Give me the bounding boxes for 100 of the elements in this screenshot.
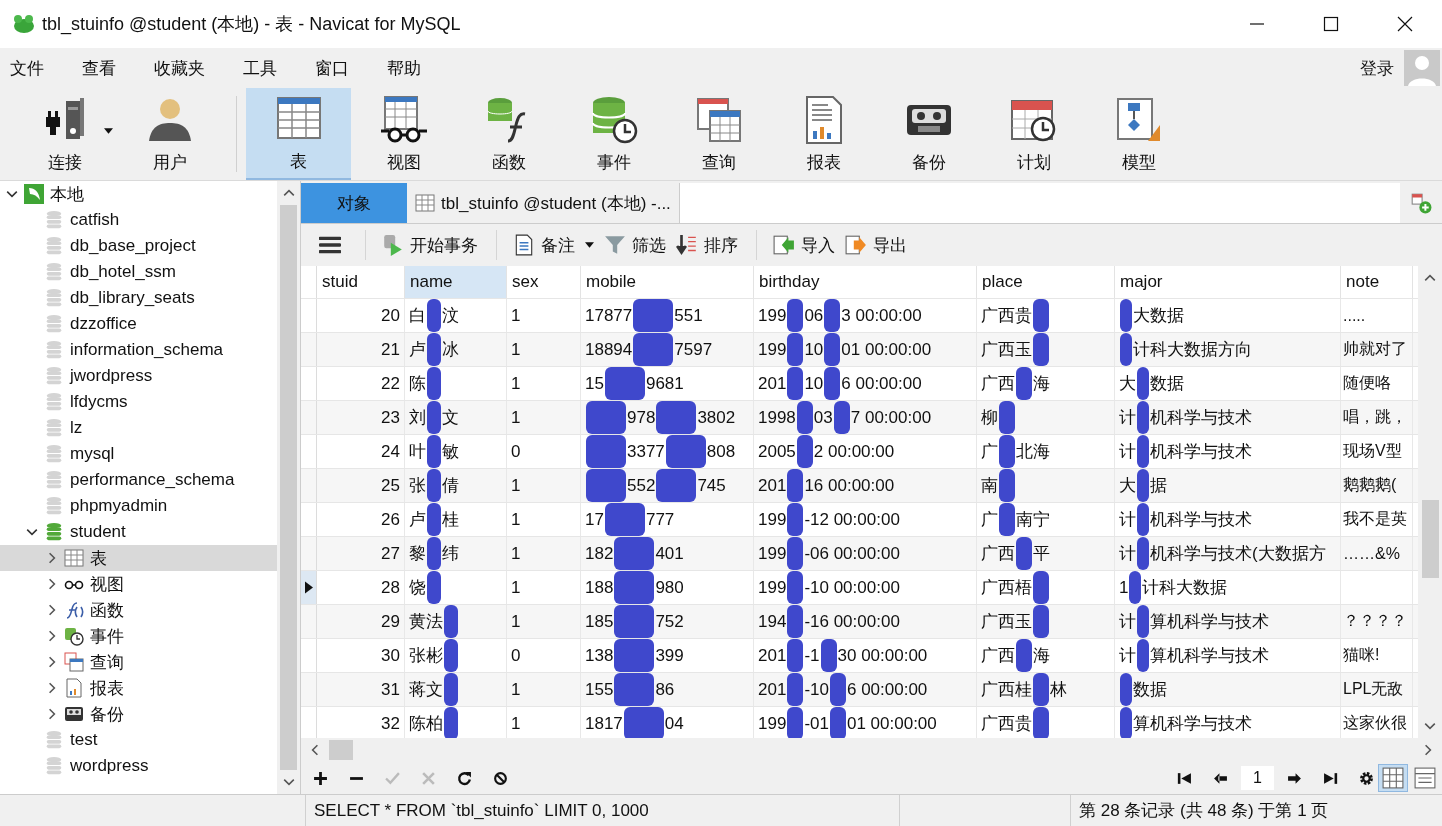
column-header[interactable]: place	[977, 266, 1115, 298]
column-header[interactable]: note	[1341, 266, 1413, 298]
toolbar-button[interactable]: 表	[246, 88, 351, 180]
tree-item[interactable]: 事件	[0, 623, 277, 649]
menu-item[interactable]: 收藏夹	[154, 56, 205, 80]
cell-text: 1	[511, 577, 521, 598]
tree-item[interactable]: phpmyadmin	[0, 493, 277, 519]
tree-item[interactable]: information_schema	[0, 337, 277, 363]
login-link[interactable]: 登录	[1360, 56, 1394, 80]
tree-item[interactable]: db_base_project	[0, 233, 277, 259]
chevron-icon[interactable]	[46, 630, 58, 642]
scroll-left-icon[interactable]	[311, 744, 319, 756]
chevron-icon[interactable]	[46, 604, 58, 616]
chevron-icon[interactable]	[6, 188, 18, 200]
cell-text: 15	[585, 373, 604, 394]
scroll-down-icon[interactable]	[282, 778, 295, 786]
cell-text: 03	[813, 407, 833, 428]
scroll-right-icon[interactable]	[1424, 744, 1432, 756]
refresh-icon[interactable]	[457, 770, 472, 786]
menu-item[interactable]: 工具	[243, 56, 277, 80]
menu-item[interactable]: 文件	[10, 56, 44, 80]
tree-item[interactable]: dzzoffice	[0, 311, 277, 337]
toolbar-button[interactable]: 开始事务	[378, 233, 484, 257]
tree-item[interactable]: 查询	[0, 649, 277, 675]
toolbar-button[interactable]: 查询	[666, 88, 771, 180]
column-header[interactable]: sex	[507, 266, 581, 298]
menu-icon[interactable]	[319, 236, 341, 254]
tree-item[interactable]: 函数	[0, 597, 277, 623]
scrollbar[interactable]	[277, 181, 300, 794]
tree-item[interactable]: catfish	[0, 207, 277, 233]
tree-item[interactable]: 视图	[0, 571, 277, 597]
caret-icon[interactable]	[585, 242, 594, 248]
tree-item[interactable]: db_hotel_ssm	[0, 259, 277, 285]
cell-text: 广西贵	[981, 713, 1032, 735]
chevron-icon[interactable]	[26, 526, 38, 538]
toolbar-button[interactable]: 导入	[769, 233, 841, 257]
tree-item[interactable]: 本地	[0, 181, 277, 207]
view-mode-button[interactable]	[1378, 764, 1408, 792]
toolbar-button[interactable]: 事件	[561, 88, 666, 180]
scroll-up-icon[interactable]	[1424, 274, 1436, 282]
toolbar-button[interactable]: 视图	[351, 88, 456, 180]
scroll-down-icon[interactable]	[1424, 722, 1436, 730]
scroll-thumb[interactable]	[280, 205, 297, 770]
scroll-thumb[interactable]	[329, 740, 353, 760]
tree-item[interactable]: mysql	[0, 441, 277, 467]
tree-item[interactable]: student	[0, 519, 277, 545]
tree-item[interactable]: lfdycms	[0, 389, 277, 415]
last-page-icon[interactable]	[1323, 770, 1338, 786]
cell-text: 1	[511, 407, 521, 428]
column-header[interactable]: mobile	[581, 266, 754, 298]
caret-icon[interactable]	[104, 128, 113, 134]
toolbar-button[interactable]: 函数	[456, 88, 561, 180]
tree-item[interactable]: wordpress	[0, 753, 277, 779]
toolbar-button[interactable]: 导出	[841, 233, 913, 257]
cell-text: 1998	[758, 407, 796, 428]
pen-scribble	[787, 537, 804, 570]
toolbar-button[interactable]: 模型	[1086, 88, 1191, 180]
tree-item[interactable]: jwordpress	[0, 363, 277, 389]
column-header[interactable]: major	[1115, 266, 1341, 298]
toolbar-button[interactable]: 用户	[117, 88, 222, 180]
chevron-icon[interactable]	[46, 578, 58, 590]
tree-item[interactable]: 备份	[0, 701, 277, 727]
chevron-icon[interactable]	[46, 656, 58, 668]
tree-item[interactable]: lz	[0, 415, 277, 441]
pen-scribble	[604, 503, 645, 536]
chevron-icon[interactable]	[46, 682, 58, 694]
row-header[interactable]	[301, 571, 317, 604]
tree-item[interactable]: db_library_seats	[0, 285, 277, 311]
first-page-icon[interactable]	[1177, 770, 1193, 786]
column-header[interactable]: name	[405, 266, 507, 298]
tree-item[interactable]: 表	[0, 545, 277, 571]
chevron-icon[interactable]	[46, 708, 58, 720]
cell-text: 2005	[758, 441, 796, 462]
tree-item[interactable]: test	[0, 727, 277, 753]
tree-item[interactable]: 报表	[0, 675, 277, 701]
stop-icon[interactable]	[493, 770, 508, 786]
toolbar-button[interactable]: 报表	[771, 88, 876, 180]
toolbar-button[interactable]: 筛选	[600, 233, 672, 257]
toolbar-button[interactable]: 计划	[981, 88, 1086, 180]
cell-text: 据	[1150, 475, 1167, 497]
toolbar-button[interactable]: 备份	[876, 88, 981, 180]
column-header[interactable]: birthday	[754, 266, 977, 298]
tree-item[interactable]: performance_schema	[0, 467, 277, 493]
menu-item[interactable]: 查看	[82, 56, 116, 80]
toolbar-button[interactable]: 连接	[12, 88, 117, 180]
add-icon[interactable]	[313, 770, 328, 786]
scroll-thumb[interactable]	[1421, 500, 1439, 578]
pen-scribble	[614, 537, 655, 570]
menu-item[interactable]: 帮助	[387, 56, 421, 80]
page-field[interactable]: 1	[1241, 766, 1274, 790]
pen-scribble	[665, 435, 706, 468]
settings-icon[interactable]	[1359, 770, 1374, 786]
cell-text: -01	[804, 713, 829, 734]
menu-item[interactable]: 窗口	[315, 56, 349, 80]
toolbar-button[interactable]: 备注	[509, 233, 600, 257]
cell-text: 01 00:00:00	[841, 339, 932, 360]
pen-scribble	[427, 435, 441, 468]
scroll-up-icon[interactable]	[282, 189, 295, 197]
toolbar-button[interactable]: 排序	[672, 233, 744, 257]
tab[interactable]: 对象	[301, 183, 407, 223]
